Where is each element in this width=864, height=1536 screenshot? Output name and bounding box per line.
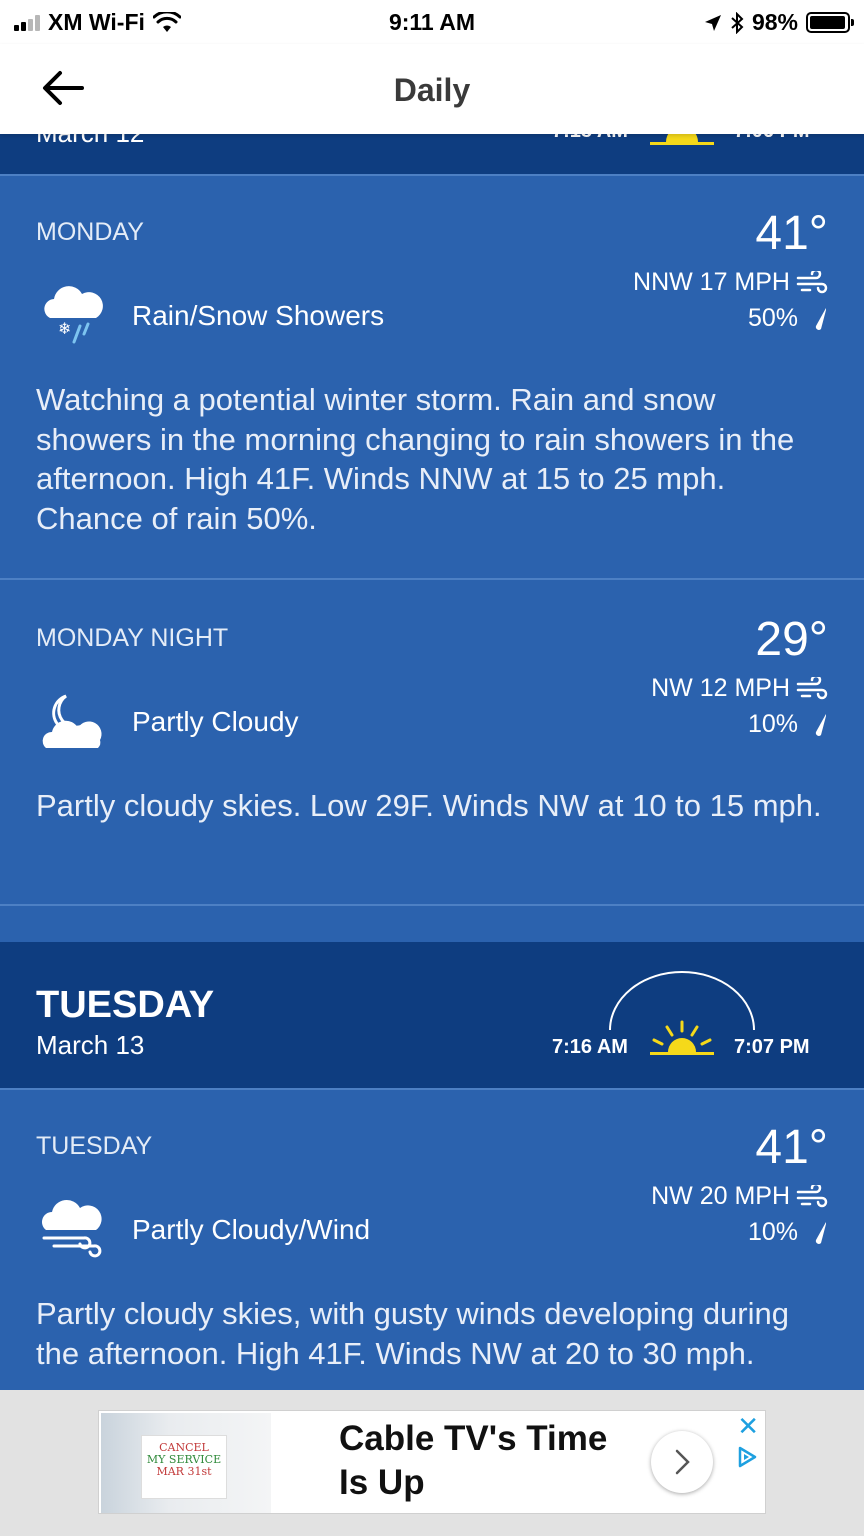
battery-percent: 98% [751,9,798,35]
bluetooth-icon [731,11,744,34]
period-description: Partly cloudy skies. Low 29F. Winds NW a… [36,788,822,823]
battery-fill [810,16,846,29]
wind-value: NW 12 MPH [651,674,790,702]
section-divider [0,904,864,942]
cloud-wind-icon [42,1199,102,1258]
ad-choices-icon[interactable] [735,1445,759,1469]
forecast-period-monday[interactable]: MONDAY 41° NNW 17 MPH 50% ❄ Rain/Snow Sh… [0,174,864,578]
period-precip: 10% [748,710,828,739]
raindrop-icon [815,307,826,330]
page-title: Daily [393,72,471,108]
precip-value: 50% [747,304,798,332]
period-temp: 41° [755,207,828,260]
wind-icon [796,270,828,293]
condition-label: Rain/Snow Showers [132,300,385,331]
ad-close-button[interactable]: ✕ [737,1413,759,1439]
precip-value: 10% [747,1218,798,1246]
day-header-tuesday: TUESDAY March 13 7:16 AM 7:07 PM [0,942,864,1088]
ad-headline-line2: Is Up [339,1463,425,1502]
sunset-time: 7:07 PM [734,1036,810,1058]
period-name: TUESDAY [36,1132,153,1160]
svg-text:❄: ❄ [58,319,71,338]
location-arrow-icon [704,14,721,31]
raindrop-icon [815,1221,826,1244]
status-bar: XM Wi-Fi 9:11 AM 98% [0,0,864,44]
forecast-period-tuesday[interactable]: TUESDAY 41° NW 20 MPH 10% Partly Cloudy/… [0,1088,864,1398]
period-precip: 10% [748,1218,828,1247]
precip-value: 10% [747,710,798,738]
period-description: Watching a potential winter storm. Rain … [36,382,795,536]
period-temp: 41° [755,1121,828,1174]
period-temp: 29° [755,613,828,666]
period-description: Partly cloudy skies, with gusty winds de… [36,1296,789,1371]
ad-next-button[interactable] [651,1431,713,1493]
ad-content[interactable]: CANCEL MY SERVICE MAR 31st Cable TV's Ti… [98,1410,766,1514]
rain-snow-icon: ❄ [44,286,103,344]
condition-label: Partly Cloudy [132,706,299,737]
wind-icon [796,1184,828,1207]
ad-sign: CANCEL MY SERVICE MAR 31st [141,1435,227,1499]
chevron-right-icon [675,1449,690,1475]
day-title: TUESDAY [36,984,215,1026]
ad-sign-line3: MAR 31st [156,1465,212,1478]
ad-banner[interactable]: CANCEL MY SERVICE MAR 31st Cable TV's Ti… [0,1390,864,1536]
period-wind: NNW 17 MPH [633,268,828,297]
period-wind: NW 12 MPH [651,674,828,703]
raindrop-icon [815,713,826,736]
day-date: March 13 [36,1030,145,1060]
sunrise-time: 7:16 AM [552,1036,628,1058]
forecast-period-monday-night[interactable]: MONDAY NIGHT 29° NW 12 MPH 10% Partly Cl… [0,578,864,904]
wind-icon [796,676,828,699]
period-name: MONDAY NIGHT [36,624,229,652]
condition-label: Partly Cloudy/Wind [132,1214,371,1245]
sun-icon [650,1020,714,1055]
wind-value: NNW 17 MPH [633,268,790,296]
period-precip: 50% [748,304,828,333]
period-name: MONDAY [36,218,144,246]
nav-bar: Daily [0,44,864,134]
wind-value: NW 20 MPH [651,1182,790,1210]
ad-image: CANCEL MY SERVICE MAR 31st [101,1413,271,1513]
status-right: 98% [704,9,854,36]
moon-cloud-icon [42,694,102,748]
period-wind: NW 20 MPH [651,1182,828,1211]
battery-icon [806,12,854,33]
ad-headline-line1: Cable TV's Time [339,1419,608,1458]
ad-headline: Cable TV's Time Is Up [339,1417,607,1505]
